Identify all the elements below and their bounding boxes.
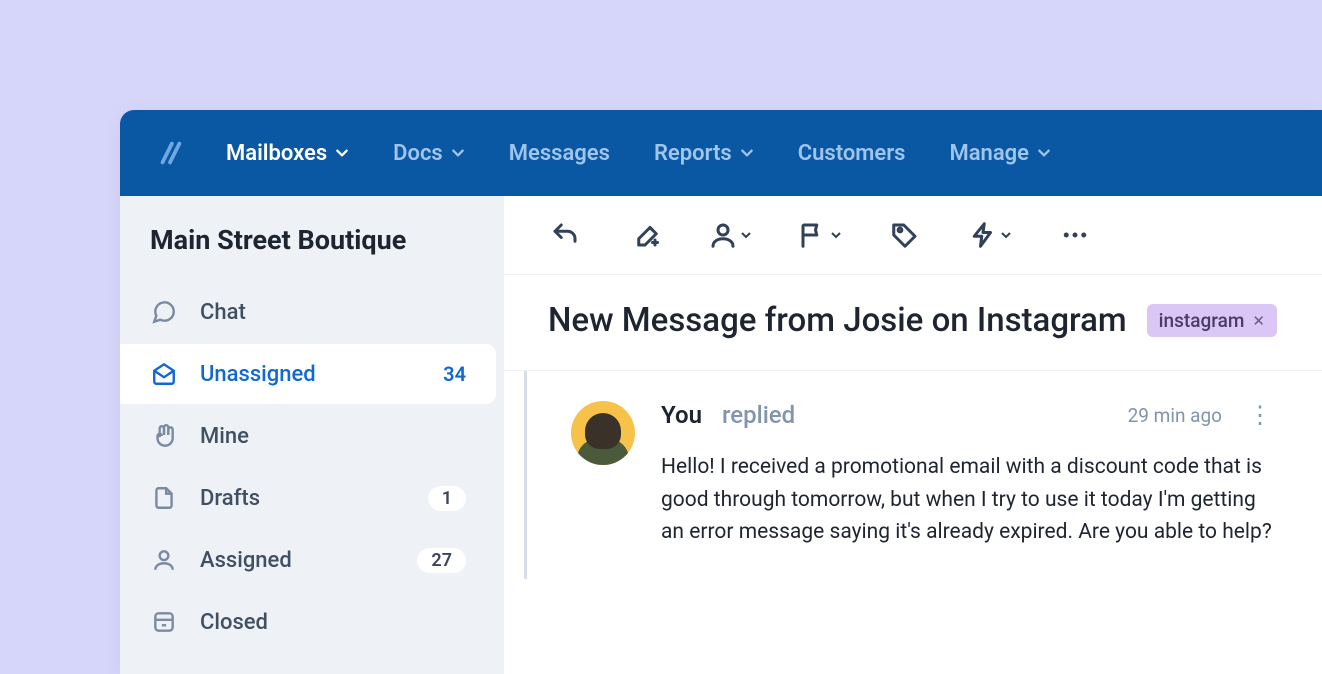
conversation-tag[interactable]: instagram ✕ [1147, 304, 1277, 337]
sidebar-item-label: Chat [200, 300, 466, 325]
nav-label: Manage [949, 141, 1029, 166]
chevron-down-icon [740, 229, 752, 241]
conversation-subject: New Message from Josie on Instagram [548, 301, 1127, 340]
sidebar-item-label: Mine [200, 424, 466, 449]
assign-button[interactable] [708, 218, 752, 252]
app-logo-icon[interactable] [150, 133, 190, 173]
sidebar-item-chat[interactable]: Chat [120, 282, 496, 342]
message-author: You [661, 401, 702, 429]
message-action: replied [722, 401, 795, 429]
status-button[interactable] [798, 218, 842, 252]
chevron-down-icon [1037, 146, 1051, 160]
conversation-toolbar [504, 196, 1322, 275]
reply-button[interactable] [548, 218, 582, 252]
note-button[interactable] [628, 218, 662, 252]
mailbox-title: Main Street Boutique [120, 224, 504, 280]
top-nav: Mailboxes Docs Messages Reports Customer… [120, 110, 1322, 196]
nav-label: Mailboxes [226, 141, 327, 166]
sidebar-item-count: 34 [443, 362, 466, 386]
chevron-down-icon [451, 146, 465, 160]
message-time: 29 min ago [1128, 404, 1222, 427]
sidebar-item-label: Assigned [200, 548, 395, 573]
nav-label: Messages [509, 141, 610, 166]
message: You replied 29 min ago ⋮ Hello! I receiv… [571, 401, 1278, 549]
more-button[interactable] [1058, 218, 1092, 252]
nav-mailboxes[interactable]: Mailboxes [226, 141, 349, 166]
person-icon [150, 546, 178, 574]
sidebar-item-count: 1 [428, 486, 466, 511]
sidebar-item-assigned[interactable]: Assigned 27 [120, 530, 496, 590]
chevron-down-icon [335, 146, 349, 160]
nav-customers[interactable]: Customers [798, 141, 906, 166]
message-thread: You replied 29 min ago ⋮ Hello! I receiv… [524, 371, 1322, 579]
nav-messages[interactable]: Messages [509, 141, 610, 166]
nav-label: Docs [393, 141, 443, 166]
sidebar-item-mine[interactable]: Mine [120, 406, 496, 466]
message-menu-icon[interactable]: ⋮ [1242, 401, 1278, 429]
sidebar-item-drafts[interactable]: Drafts 1 [120, 468, 496, 528]
avatar[interactable] [571, 401, 635, 465]
sidebar-item-count: 27 [417, 548, 466, 573]
nav-manage[interactable]: Manage [949, 141, 1051, 166]
nav-label: Reports [654, 141, 732, 166]
tag-label: instagram [1159, 309, 1245, 332]
tag-button[interactable] [888, 218, 922, 252]
sidebar: Main Street Boutique Chat Unassigned 34 [120, 196, 504, 674]
archive-icon [150, 608, 178, 636]
workflow-button[interactable] [968, 218, 1012, 252]
sidebar-item-closed[interactable]: Closed [120, 592, 496, 652]
chevron-down-icon [830, 229, 842, 241]
nav-reports[interactable]: Reports [654, 141, 754, 166]
subject-row: New Message from Josie on Instagram inst… [504, 275, 1322, 371]
sidebar-item-label: Drafts [200, 486, 406, 511]
app-window: Mailboxes Docs Messages Reports Customer… [120, 110, 1322, 674]
message-header: You replied 29 min ago ⋮ [661, 401, 1278, 429]
hand-icon [150, 422, 178, 450]
sidebar-item-label: Unassigned [200, 362, 421, 387]
chevron-down-icon [1000, 229, 1012, 241]
sidebar-item-unassigned[interactable]: Unassigned 34 [120, 344, 496, 404]
drafts-icon [150, 484, 178, 512]
message-body: Hello! I received a promotional email wi… [661, 451, 1278, 549]
nav-docs[interactable]: Docs [393, 141, 465, 166]
conversation-panel: New Message from Josie on Instagram inst… [504, 196, 1322, 674]
nav-label: Customers [798, 141, 906, 166]
chat-icon [150, 298, 178, 326]
tag-remove-icon[interactable]: ✕ [1252, 312, 1265, 330]
inbox-icon [150, 360, 178, 388]
chevron-down-icon [740, 146, 754, 160]
sidebar-item-label: Closed [200, 610, 466, 635]
